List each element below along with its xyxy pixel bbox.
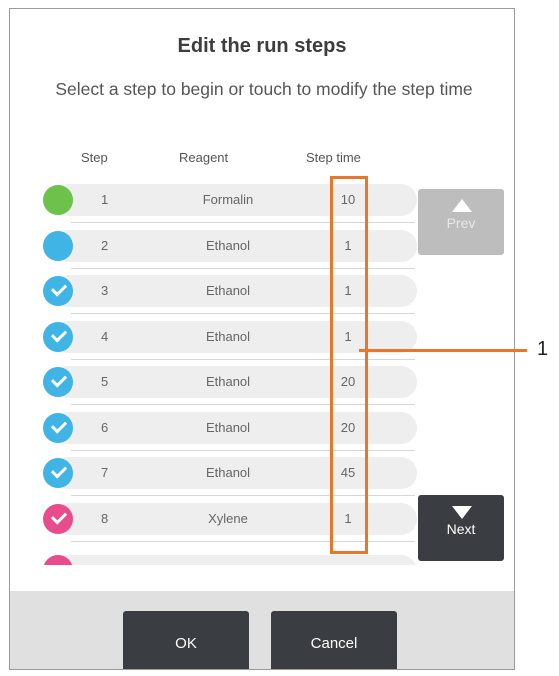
prev-button-label: Prev (446, 215, 476, 231)
checkmark-icon (50, 417, 68, 434)
step-reagent: Ethanol (205, 465, 251, 480)
ok-button[interactable]: OK (123, 611, 249, 669)
callout-number: 1 (537, 338, 549, 360)
dialog-footer: OK Cancel (10, 591, 514, 669)
checkmark-icon (50, 462, 68, 479)
step-number: 2 (101, 238, 109, 253)
step-number: 5 (101, 374, 109, 389)
step-number: 3 (101, 283, 109, 298)
step-reagent: Xylene (208, 511, 248, 526)
arrow-down-icon (452, 506, 472, 519)
step-reagent: Ethanol (205, 420, 251, 435)
step-check-icon (43, 413, 73, 443)
step-reagent: Ethanol (205, 329, 251, 344)
cancel-button[interactable]: Cancel (271, 611, 397, 669)
edit-run-steps-dialog: Edit the run steps Select a step to begi… (9, 8, 515, 670)
step-reagent: Formalin (202, 192, 254, 207)
step-check-icon (43, 322, 73, 352)
step-reagent: Ethanol (205, 238, 251, 253)
checkmark-icon (50, 326, 68, 343)
checkmark-icon (50, 371, 68, 388)
step-time-highlight-box (330, 176, 368, 554)
step-check-icon (43, 504, 73, 534)
cancel-button-label: Cancel (310, 635, 358, 652)
next-button-label: Next (446, 521, 476, 537)
step-check-icon (43, 458, 73, 488)
next-button[interactable]: Next (418, 495, 504, 561)
step-number: 4 (101, 329, 109, 344)
partial-step-row[interactable] (43, 555, 423, 565)
arrow-up-icon (452, 199, 472, 212)
step-reagent: Ethanol (205, 283, 251, 298)
step-status-icon (43, 185, 73, 215)
checkmark-icon (50, 508, 68, 525)
step-number: 1 (101, 192, 109, 207)
callout-leader-line (359, 349, 527, 352)
step-number: 7 (101, 465, 109, 480)
step-status-icon (43, 231, 73, 261)
step-check-icon (43, 367, 73, 397)
checkmark-icon (50, 280, 68, 297)
prev-button[interactable]: Prev (418, 189, 504, 255)
step-check-icon (43, 276, 73, 306)
step-number: 8 (101, 511, 109, 526)
ok-button-label: OK (175, 635, 197, 652)
steps-list: 1 Formalin 10 2 Ethanol 1 3 Ethanol 1 4 Ethanol 1 5 E… (10, 9, 514, 669)
step-reagent: Ethanol (205, 374, 251, 389)
step-number: 6 (101, 420, 109, 435)
